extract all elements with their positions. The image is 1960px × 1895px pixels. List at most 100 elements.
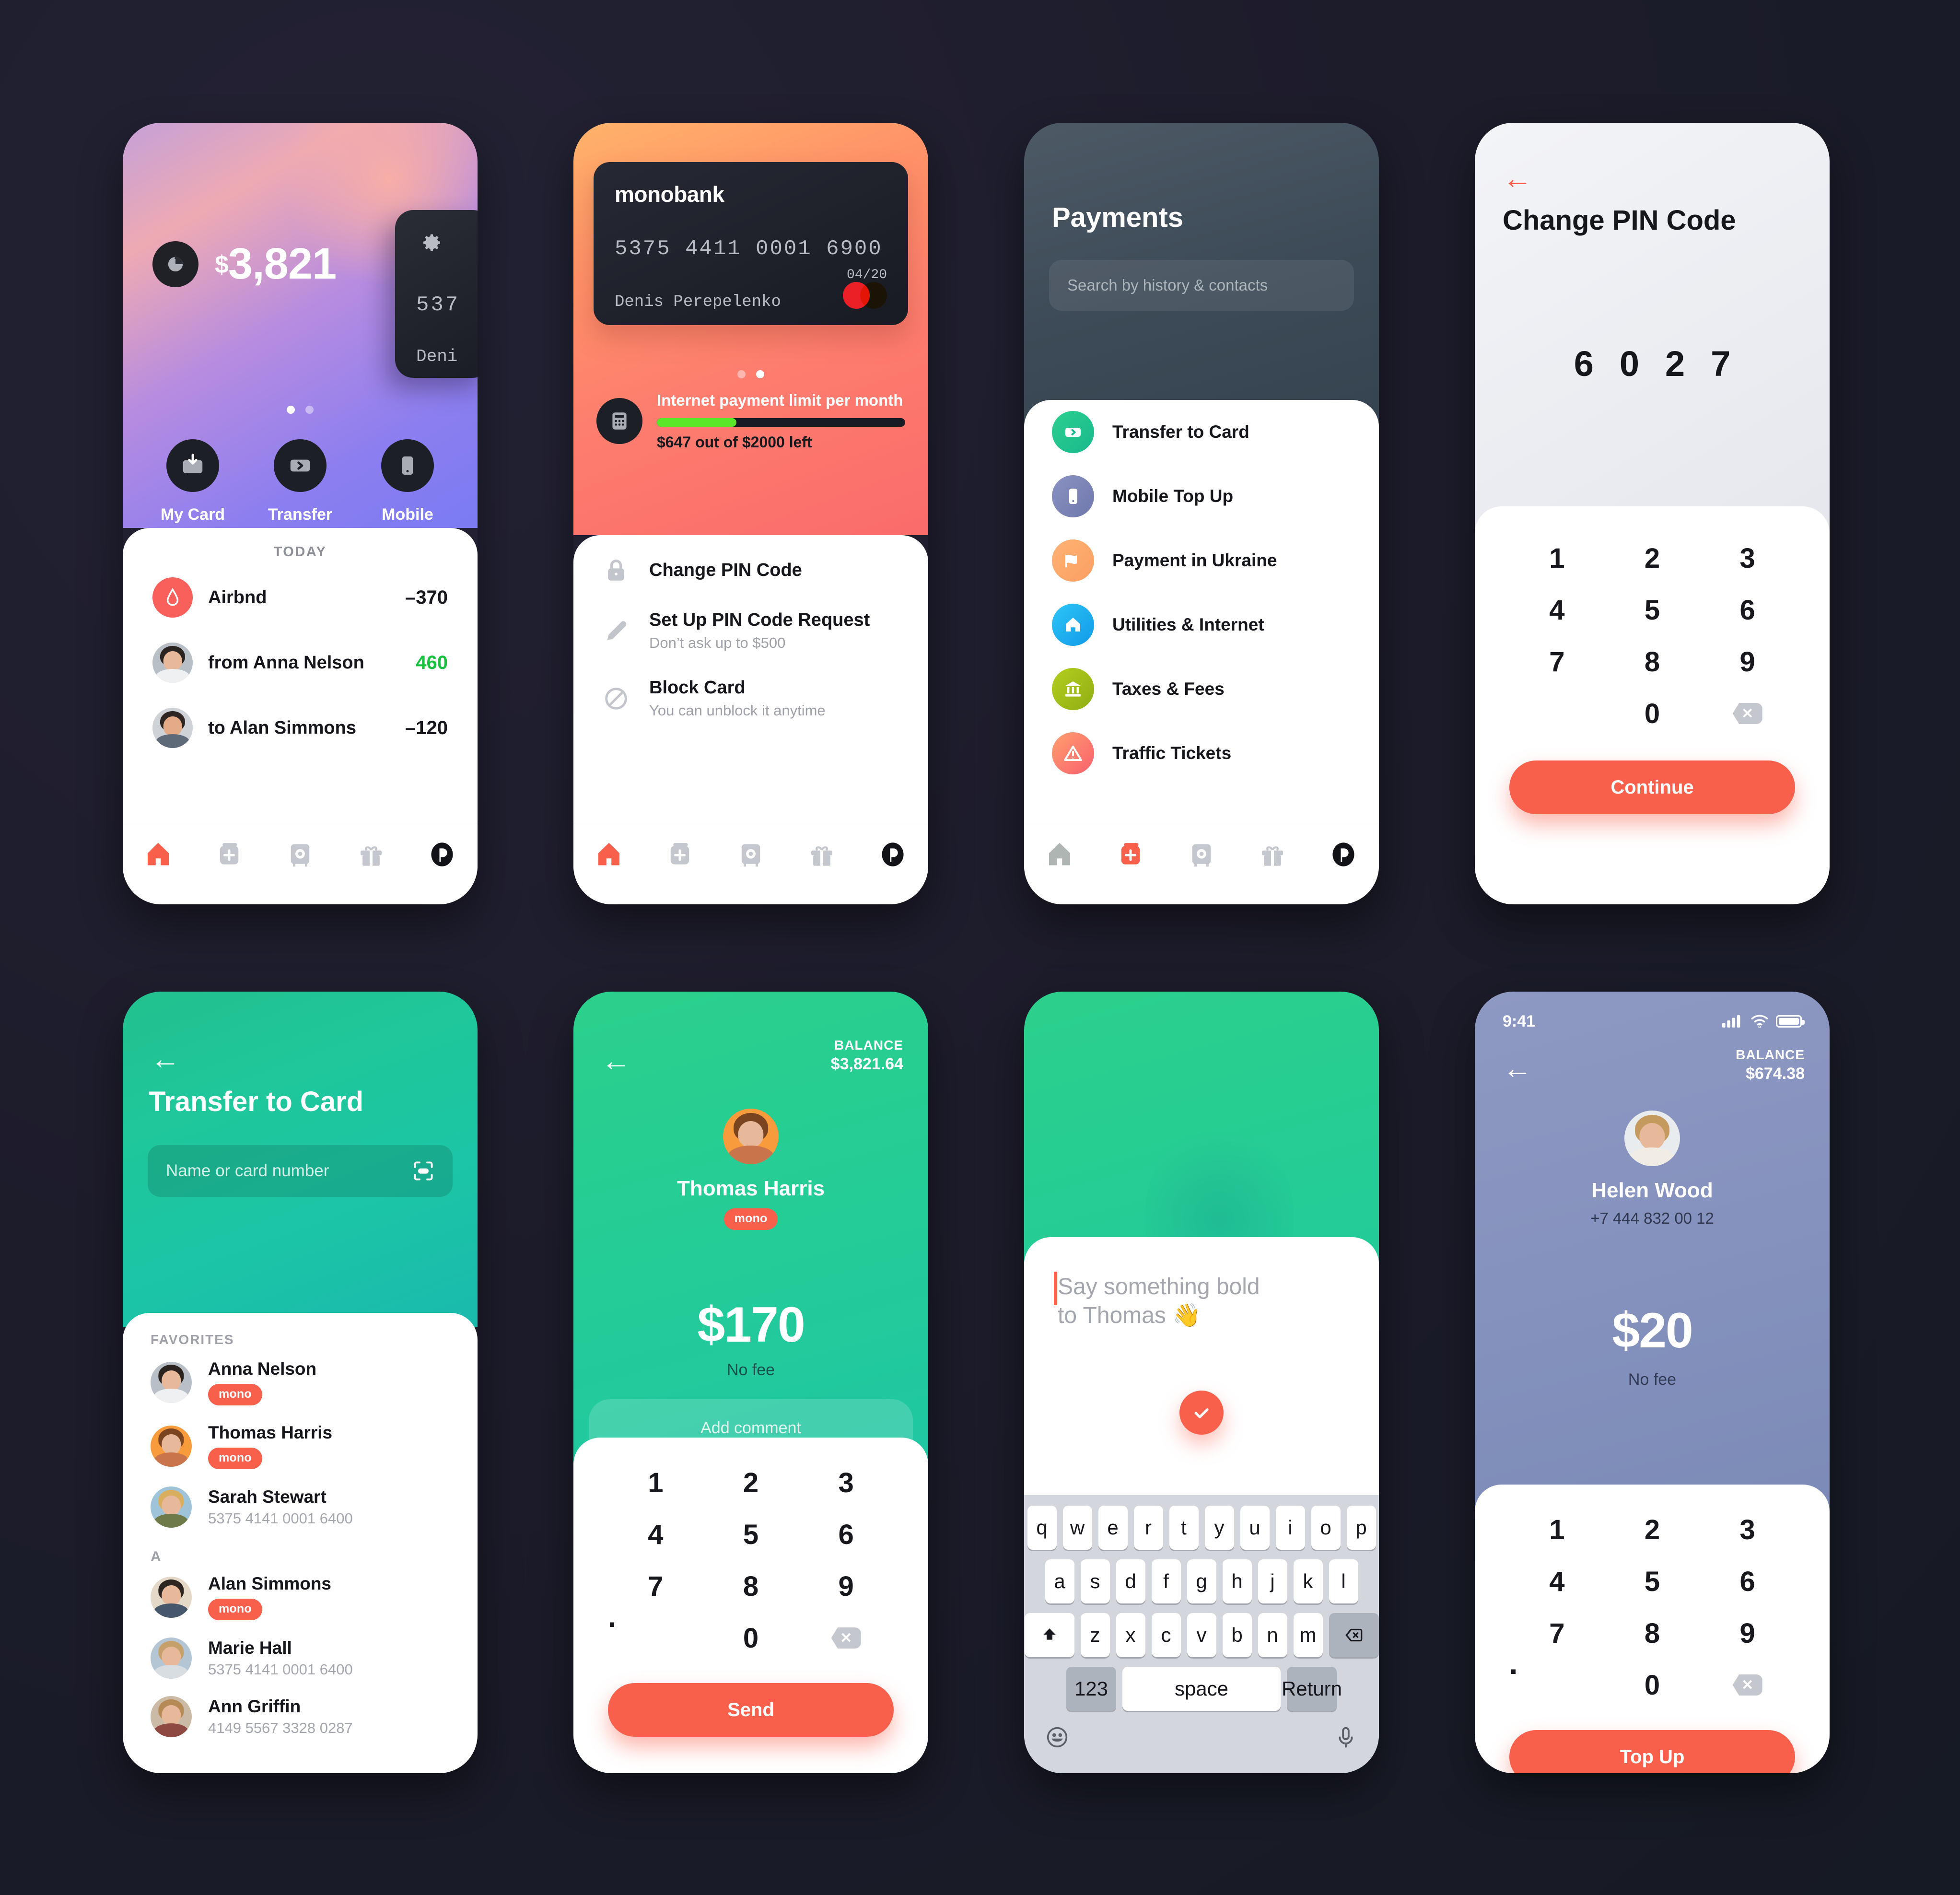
key-3[interactable]: 3 [1700,532,1795,584]
return-key[interactable]: Return [1282,1667,1342,1711]
tab-bonuses[interactable] [351,836,391,873]
key-s[interactable]: s [1080,1559,1110,1603]
key-3[interactable]: 3 [798,1457,894,1509]
key-e[interactable]: e [1098,1506,1128,1550]
list-item-taxes-fees[interactable]: Taxes & Fees [1024,657,1379,721]
key-delete[interactable]: ✕ [798,1612,894,1664]
shift-key[interactable] [1024,1613,1074,1657]
pie-chart-icon[interactable] [152,241,198,287]
key-8[interactable]: 8 [1605,636,1700,688]
emoji-icon[interactable] [1044,1724,1070,1750]
scan-card-icon[interactable] [409,1159,437,1182]
list-item-change-pin[interactable]: Change PIN Code [573,535,928,589]
key-d[interactable]: d [1116,1559,1145,1603]
back-arrow-icon[interactable]: ← [601,1046,631,1076]
tab-profile[interactable] [1323,836,1364,873]
tab-savings[interactable] [731,836,771,873]
key-decimal[interactable]: . [1509,1646,1518,1681]
key-c[interactable]: c [1151,1613,1181,1657]
tab-home[interactable] [589,836,629,873]
list-item-setup-pin-request[interactable]: Set Up PIN Code Request Don’t ask up to … [573,589,928,656]
key-z[interactable]: z [1080,1613,1110,1657]
table-row[interactable]: to Alan Simmons –120 [123,695,478,760]
tab-savings[interactable] [280,836,320,873]
list-item[interactable]: Sarah Stewart 5375 4141 0001 6400 [123,1478,478,1536]
table-row[interactable]: Airbnd –370 [123,565,478,630]
comment-input[interactable]: Say something bold to Thomas 👋 [1024,1237,1379,1331]
tab-savings[interactable] [1181,836,1222,873]
key-l[interactable]: l [1329,1559,1358,1603]
key-r[interactable]: r [1133,1506,1163,1550]
key-5[interactable]: 5 [703,1509,799,1560]
tab-payments[interactable] [209,836,249,873]
page-dot[interactable] [737,370,746,378]
search-input[interactable]: Name or card number [148,1145,453,1197]
key-7[interactable]: 7 [608,1560,703,1612]
page-dot[interactable] [756,370,764,378]
key-0[interactable]: 0 [703,1612,799,1664]
key-u[interactable]: u [1240,1506,1270,1550]
key-delete[interactable]: ✕ [1700,688,1795,739]
key-3[interactable]: 3 [1700,1504,1795,1556]
key-k[interactable]: k [1293,1559,1323,1603]
page-dot[interactable] [287,406,295,414]
delete-key[interactable] [1329,1613,1379,1657]
key-i[interactable]: i [1275,1506,1305,1550]
key-4[interactable]: 4 [1509,1556,1605,1607]
key-b[interactable]: b [1222,1613,1252,1657]
back-arrow-icon[interactable]: ← [151,1044,180,1074]
top-up-button[interactable]: Top Up [1509,1730,1795,1773]
key-5[interactable]: 5 [1605,584,1700,636]
confirm-comment-button[interactable] [1179,1391,1224,1435]
continue-button[interactable]: Continue [1509,760,1795,814]
key-v[interactable]: v [1187,1613,1216,1657]
key-0[interactable]: 0 [1605,688,1700,739]
key-m[interactable]: m [1293,1613,1323,1657]
card-peek-panel[interactable]: 537 Deni [395,210,478,378]
key-9[interactable]: 9 [798,1560,894,1612]
key-6[interactable]: 6 [798,1509,894,1560]
tab-bonuses[interactable] [802,836,842,873]
tab-payments[interactable] [660,836,700,873]
list-item[interactable]: Marie Hall 5375 4141 0001 6400 [123,1629,478,1687]
list-item[interactable]: Anna Nelson mono [123,1350,478,1414]
tab-home[interactable] [138,836,178,873]
key-8[interactable]: 8 [703,1560,799,1612]
key-1[interactable]: 1 [1509,1504,1605,1556]
key-6[interactable]: 6 [1700,584,1795,636]
key-0[interactable]: 0 [1605,1659,1700,1711]
list-item-utilities-internet[interactable]: Utilities & Internet [1024,593,1379,657]
key-2[interactable]: 2 [1605,1504,1700,1556]
key-j[interactable]: j [1258,1559,1287,1603]
tab-profile[interactable] [873,836,913,873]
key-9[interactable]: 9 [1700,636,1795,688]
microphone-icon[interactable] [1333,1724,1359,1750]
key-p[interactable]: p [1346,1506,1376,1550]
key-g[interactable]: g [1187,1559,1216,1603]
back-arrow-icon[interactable]: ← [1503,1054,1532,1084]
key-5[interactable]: 5 [1605,1556,1700,1607]
key-n[interactable]: n [1258,1613,1287,1657]
key-delete[interactable]: ✕ [1700,1659,1795,1711]
tab-bonuses[interactable] [1252,836,1293,873]
key-4[interactable]: 4 [1509,584,1605,636]
bank-card[interactable]: monobank 5375 4411 0001 6900 04/20 Denis… [594,162,908,325]
key-2[interactable]: 2 [1605,532,1700,584]
key-w[interactable]: w [1062,1506,1092,1550]
key-4[interactable]: 4 [608,1509,703,1560]
key-f[interactable]: f [1151,1559,1181,1603]
key-x[interactable]: x [1116,1613,1145,1657]
key-1[interactable]: 1 [1509,532,1605,584]
key-1[interactable]: 1 [608,1457,703,1509]
list-item[interactable]: Alan Simmons mono [123,1565,478,1629]
list-item-traffic-tickets[interactable]: Traffic Tickets [1024,721,1379,785]
key-decimal[interactable]: . [608,1599,617,1634]
list-item-mobile-top-up[interactable]: Mobile Top Up [1024,464,1379,528]
table-row[interactable]: from Anna Nelson 460 [123,630,478,695]
search-input[interactable]: Search by history & contacts [1049,260,1354,311]
list-item-block-card[interactable]: Block Card You can unblock it anytime [573,656,928,724]
key-6[interactable]: 6 [1700,1556,1795,1607]
list-item-payment-in-ukraine[interactable]: Payment in Ukraine [1024,528,1379,593]
key-7[interactable]: 7 [1509,636,1605,688]
key-7[interactable]: 7 [1509,1607,1605,1659]
